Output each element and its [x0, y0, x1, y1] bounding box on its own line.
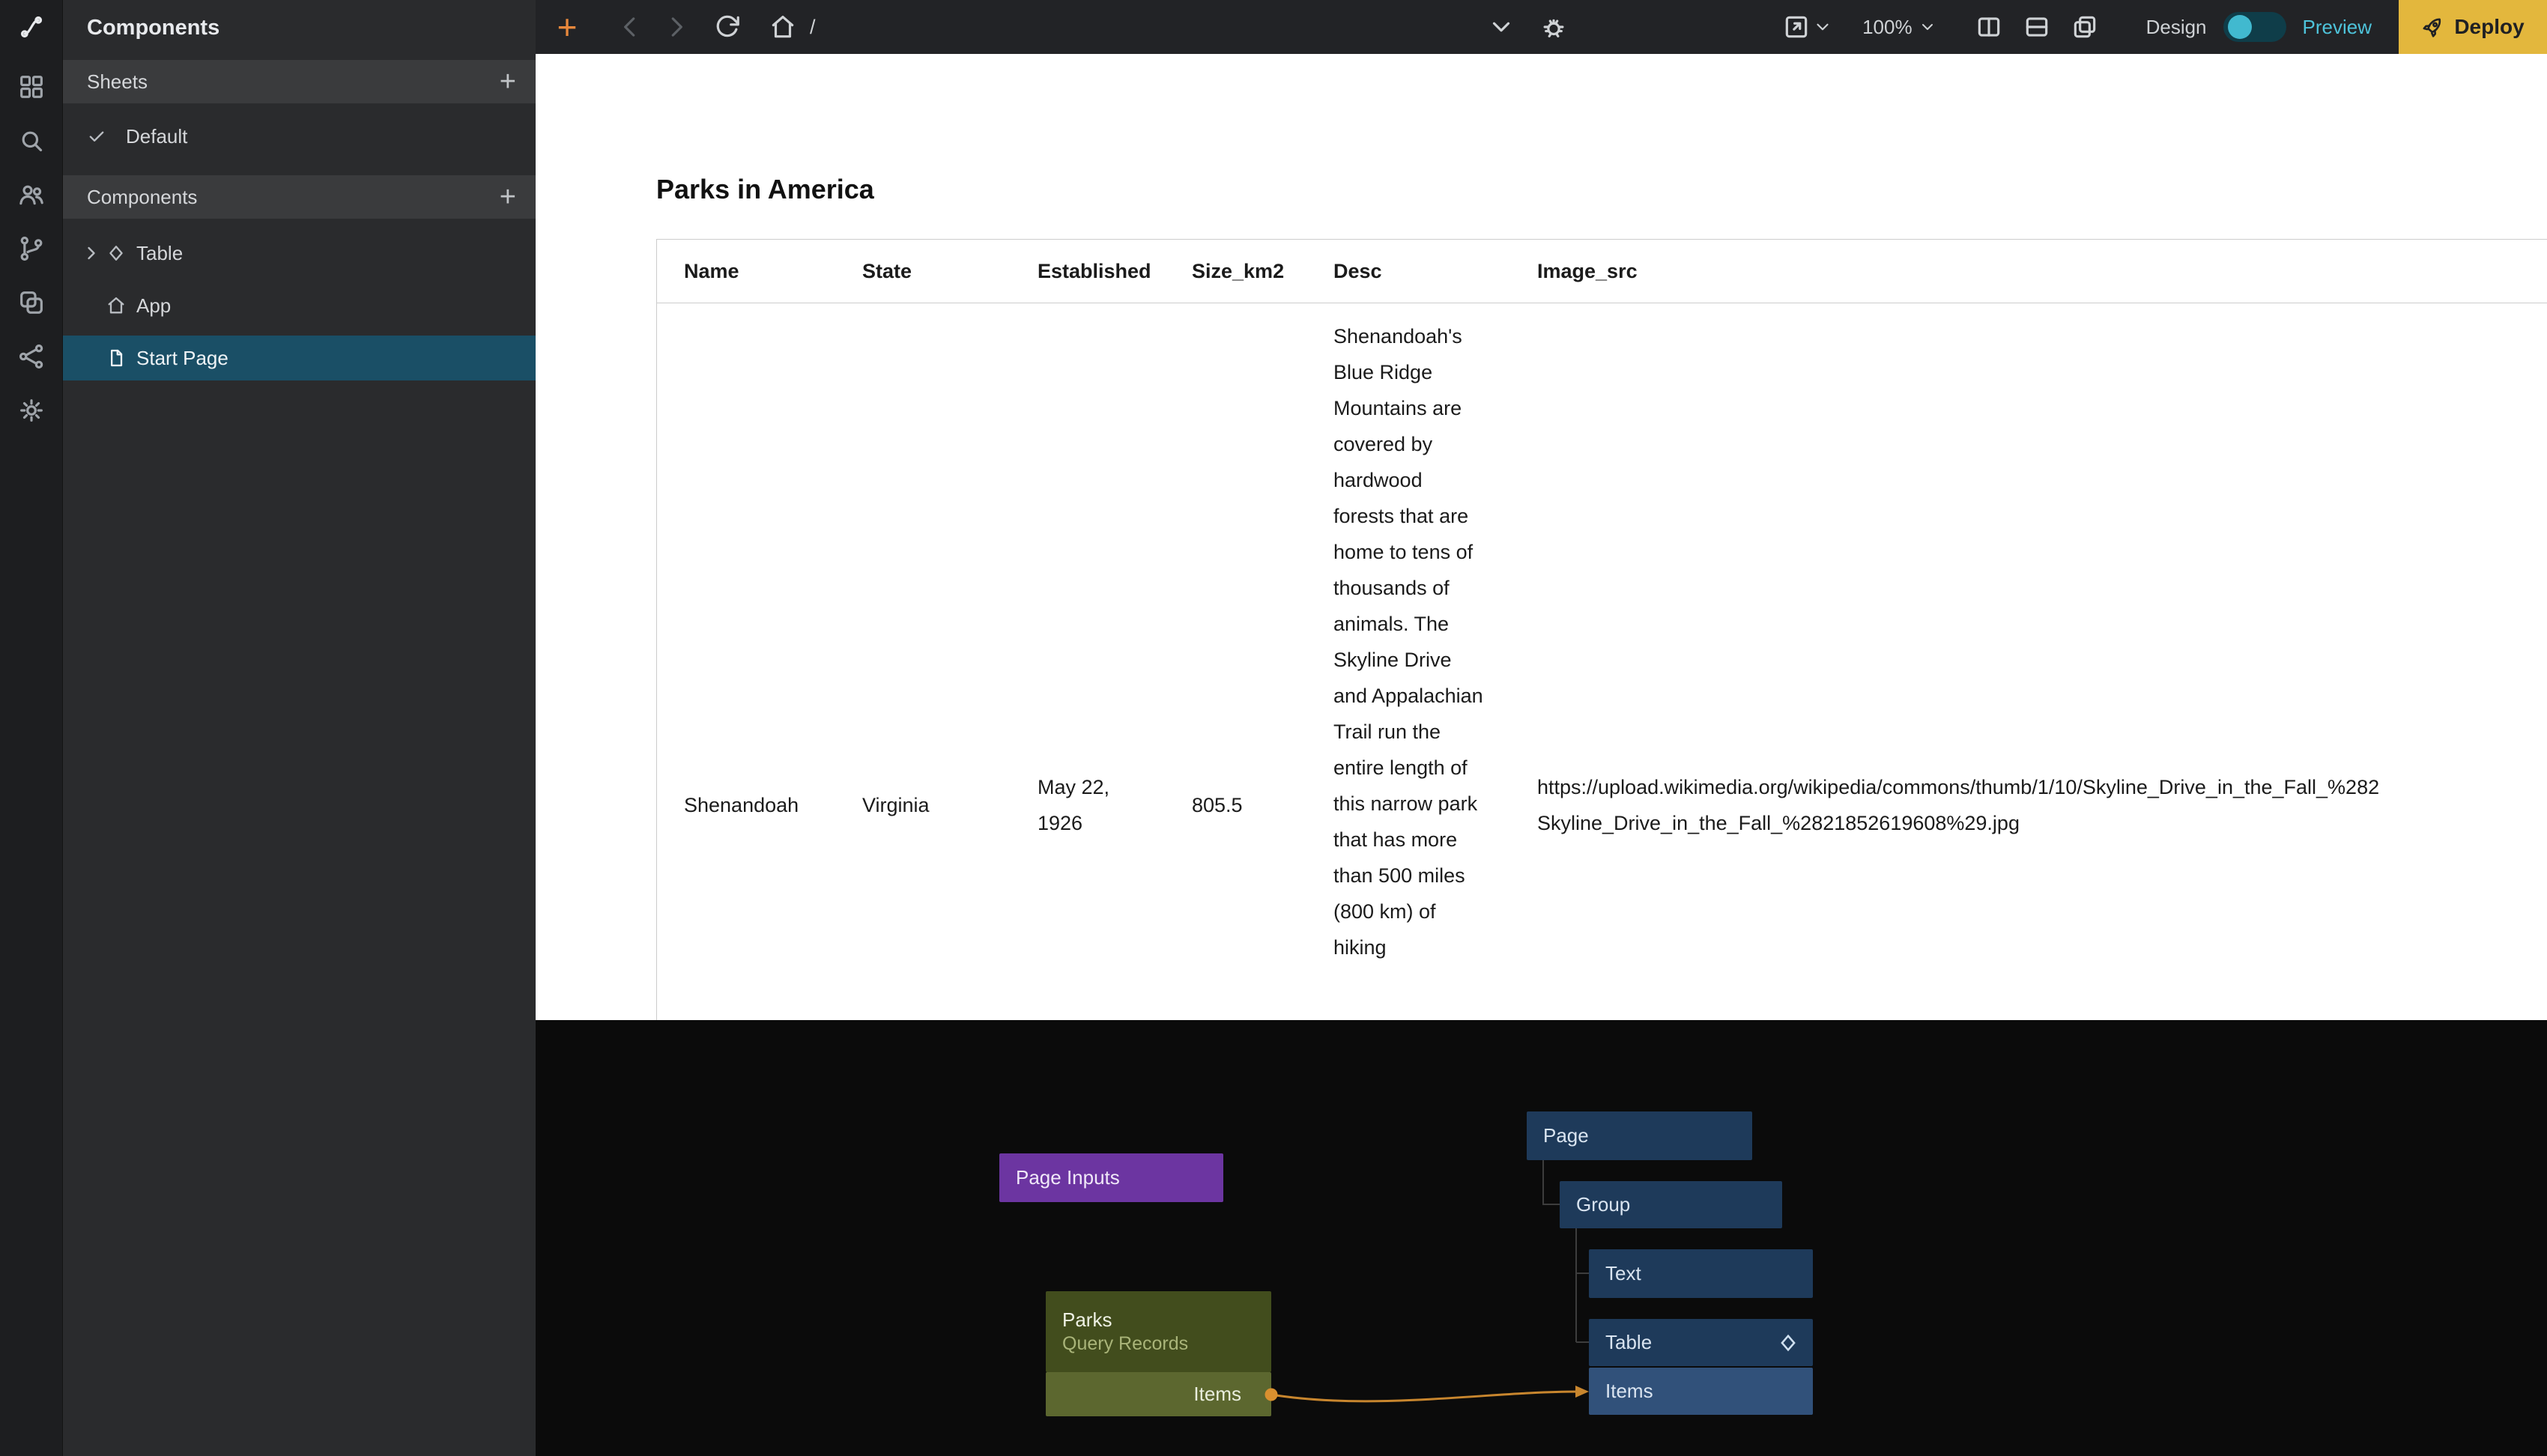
graph-node-text[interactable]: Text [1589, 1249, 1813, 1298]
column-header-desc: Desc [1306, 260, 1510, 283]
split-rows-icon[interactable] [2020, 10, 2053, 43]
graph-node-page-inputs[interactable]: Page Inputs [999, 1153, 1223, 1202]
git-branch-icon[interactable] [15, 232, 48, 265]
graph-node-parks-query[interactable]: Parks Query Records [1046, 1291, 1271, 1372]
diamond-icon [103, 243, 129, 264]
column-header-name: Name [657, 260, 835, 283]
cell-image-src: https://upload.wikimedia.org/wikipedia/c… [1510, 769, 2547, 841]
deploy-label: Deploy [2454, 15, 2524, 39]
icon-rail [0, 0, 63, 1456]
components-section-header: Components + [63, 175, 536, 219]
graph-port-query-items[interactable]: Items [1046, 1372, 1271, 1416]
share-icon[interactable] [15, 340, 48, 373]
components-sidebar: Components Sheets + Default Components +… [63, 0, 536, 1456]
users-icon[interactable] [15, 178, 48, 211]
route-path[interactable]: / [810, 16, 816, 39]
app-canvas[interactable]: Parks in America Name State Established … [536, 54, 2547, 1020]
components-section-label: Components [87, 186, 197, 209]
add-element-button[interactable]: + [551, 10, 584, 44]
graph-node-page[interactable]: Page [1527, 1111, 1752, 1160]
node-label: Page [1527, 1124, 1589, 1147]
diamond-icon [1777, 1332, 1799, 1354]
page-icon [103, 348, 129, 368]
sheet-item-label: Default [126, 125, 187, 148]
grid-icon[interactable] [15, 70, 48, 103]
zoom-level: 100% [1862, 16, 1912, 39]
rocket-icon [2417, 10, 2450, 43]
viewport-size-icon[interactable] [1780, 10, 1813, 43]
sidebar-title: Components [63, 0, 536, 55]
home-icon [103, 295, 129, 316]
node-label: Page Inputs [999, 1166, 1120, 1189]
nav-forward-icon[interactable] [660, 10, 693, 43]
state-graph-panel: Page Inputs Page Group Text Table Items … [536, 1020, 2547, 1456]
sidebar-item-table[interactable]: Table [63, 231, 536, 276]
port-label: Items [1193, 1383, 1271, 1406]
sheets-section-header: Sheets + [63, 60, 536, 103]
design-mode-label[interactable]: Design [2146, 16, 2207, 39]
page-title: Parks in America [656, 174, 874, 205]
split-columns-icon[interactable] [1972, 10, 2005, 43]
column-header-state: State [835, 260, 1011, 283]
graph-edges [536, 1020, 2547, 1456]
column-header-image-src: Image_src [1510, 260, 2547, 283]
cell-size-km2: 805.5 [1165, 787, 1306, 823]
node-label: Table [1589, 1331, 1652, 1354]
parks-table[interactable]: Name State Established Size_km2 Desc Ima… [656, 239, 2547, 1020]
add-sheet-button[interactable]: + [500, 67, 516, 96]
table-header-row: Name State Established Size_km2 Desc Ima… [657, 240, 2547, 303]
check-icon [84, 126, 109, 147]
home-route-icon[interactable] [766, 10, 799, 43]
sheet-item-default[interactable]: Default [63, 114, 536, 159]
chevron-right-icon[interactable] [81, 243, 103, 264]
nav-back-icon[interactable] [614, 10, 646, 43]
gear-icon[interactable] [15, 394, 48, 427]
add-component-button[interactable]: + [500, 183, 516, 211]
zoom-control[interactable]: 100% [1862, 16, 1936, 39]
graph-node-table[interactable]: Table [1589, 1319, 1813, 1366]
sidebar-item-app[interactable]: App [63, 283, 536, 328]
plugins-icon[interactable] [15, 286, 48, 319]
toggle-knob [2228, 15, 2252, 39]
sidebar-item-label: Start Page [136, 347, 228, 370]
query-title: Parks [1046, 1308, 1112, 1332]
sidebar-item-label: App [136, 294, 171, 318]
image-src-line-2: Skyline_Drive_in_the_Fall_%2821852619608… [1537, 805, 2547, 841]
cell-established: May 22, 1926 [1011, 769, 1165, 841]
app-logo-icon[interactable] [15, 10, 48, 43]
table-row: Shenandoah Virginia May 22, 1926 805.5 S… [657, 303, 2547, 1020]
cell-name: Shenandoah [657, 787, 835, 823]
selection-dropdown-icon[interactable] [1485, 10, 1518, 43]
node-label: Group [1560, 1193, 1630, 1216]
sidebar-item-label: Table [136, 242, 183, 265]
sheets-section-label: Sheets [87, 70, 148, 94]
cell-state: Virginia [835, 787, 1011, 823]
refresh-icon[interactable] [711, 10, 744, 43]
column-header-established: Established [1011, 260, 1165, 283]
preview-mode-label[interactable]: Preview [2303, 16, 2372, 39]
design-preview-toggle[interactable] [2223, 12, 2286, 42]
windows-icon[interactable] [2068, 10, 2101, 43]
top-toolbar: + / 100% [536, 0, 2547, 54]
viewport-chevron-icon[interactable] [1813, 10, 1832, 43]
search-icon[interactable] [15, 124, 48, 157]
column-header-size-km2: Size_km2 [1165, 260, 1306, 283]
port-label: Items [1589, 1380, 1653, 1403]
debug-icon[interactable] [1537, 10, 1570, 43]
query-subtitle: Query Records [1046, 1333, 1188, 1355]
sidebar-item-start-page[interactable]: Start Page [63, 336, 536, 380]
graph-node-group[interactable]: Group [1560, 1181, 1782, 1228]
node-label: Text [1589, 1262, 1641, 1285]
cell-desc: Shenandoah's Blue Ridge Mountains are co… [1306, 303, 1510, 965]
graph-port-table-items[interactable]: Items [1589, 1368, 1813, 1415]
deploy-button[interactable]: Deploy [2399, 0, 2547, 54]
image-src-line-1: https://upload.wikimedia.org/wikipedia/c… [1537, 769, 2547, 805]
